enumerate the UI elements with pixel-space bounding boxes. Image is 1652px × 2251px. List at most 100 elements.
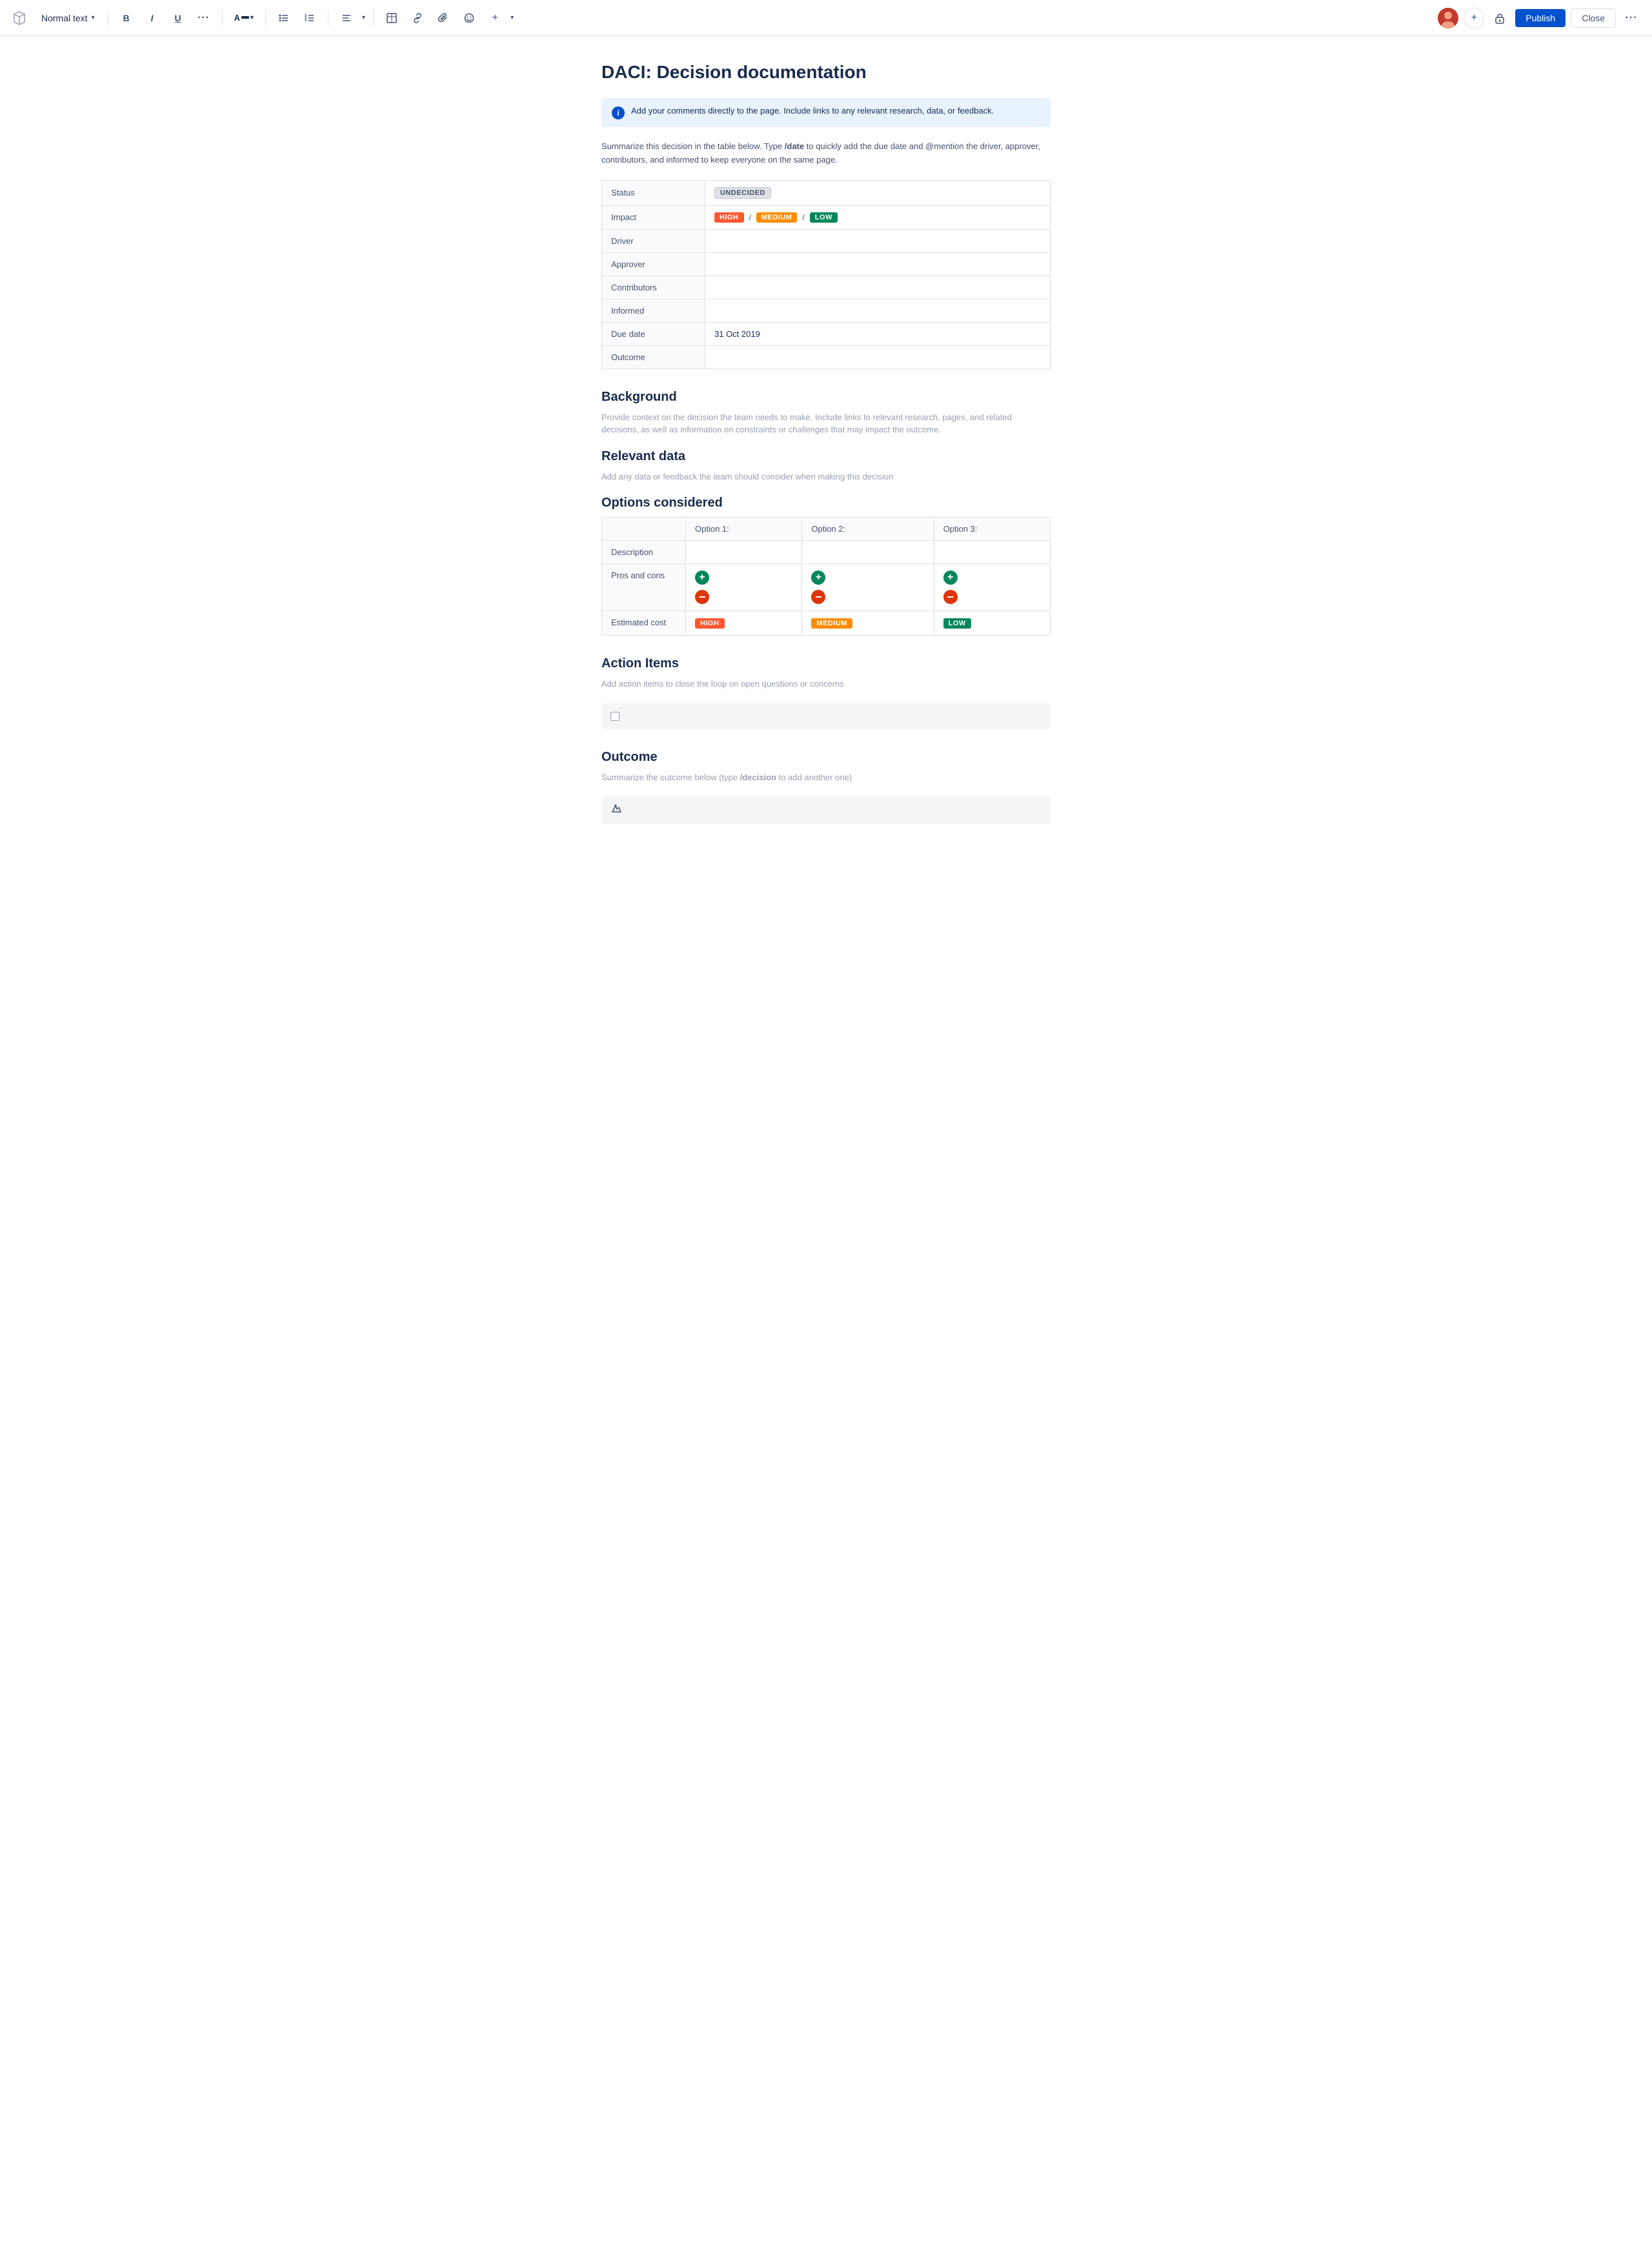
lock-button[interactable] — [1489, 8, 1510, 28]
options-pros-cons-1[interactable]: + − — [686, 564, 802, 611]
table-row: Pros and cons + − + − + − — [602, 564, 1051, 611]
logo[interactable] — [10, 9, 28, 27]
daci-value-status[interactable]: UNDECIDED — [705, 180, 1051, 205]
outcome-subtext-1: Summarize the outcome below (type — [601, 772, 738, 782]
daci-value-due-date[interactable]: 31 Oct 2019 — [705, 322, 1051, 345]
options-col-1: Option 1: — [686, 518, 802, 541]
cons-icon-2[interactable]: − — [811, 590, 825, 604]
action-checkbox[interactable] — [610, 712, 620, 721]
outcome-subtext-2: to add another one) — [779, 772, 852, 782]
bullet-list-button[interactable] — [274, 8, 294, 28]
options-pros-cons-2[interactable]: + − — [802, 564, 934, 611]
table-row: Status UNDECIDED — [602, 180, 1051, 205]
table-row: Due date 31 Oct 2019 — [602, 322, 1051, 345]
daci-value-approver[interactable] — [705, 252, 1051, 276]
pros-cons-col1: + − — [695, 570, 792, 604]
underline-button[interactable]: U — [168, 8, 188, 28]
pros-cons-col2: + − — [811, 570, 924, 604]
options-desc-1[interactable] — [686, 541, 802, 564]
link-button[interactable] — [407, 8, 428, 28]
daci-label-approver: Approver — [602, 252, 705, 276]
action-items-subtext: Add action items to close the loop on op… — [601, 678, 1051, 691]
chevron-down-icon: ▾ — [92, 14, 95, 21]
intro-paragraph: Summarize this decision in the table bel… — [601, 140, 1051, 167]
more-formatting-button[interactable]: ··· — [194, 8, 214, 28]
italic-button[interactable]: I — [142, 8, 163, 28]
table-row: Informed — [602, 299, 1051, 322]
options-desc-2[interactable] — [802, 541, 934, 564]
info-icon: i — [612, 106, 625, 119]
options-cost-3[interactable]: LOW — [934, 611, 1050, 636]
impact-low-badge: LOW — [810, 212, 838, 223]
options-pros-cons-3[interactable]: + − — [934, 564, 1050, 611]
options-col-3: Option 3: — [934, 518, 1050, 541]
cons-icon-3[interactable]: − — [943, 590, 958, 604]
outcome-slash-decision: /decision — [740, 772, 776, 782]
toolbar-divider-5 — [373, 10, 374, 26]
daci-table: Status UNDECIDED Impact HIGH / MEDIUM / … — [601, 180, 1051, 369]
info-banner-text: Add your comments directly to the page. … — [631, 106, 994, 116]
outcome-subtext: Summarize the outcome below (type /decis… — [601, 771, 1051, 784]
color-chevron-icon: ▾ — [250, 14, 254, 21]
daci-label-due-date: Due date — [602, 322, 705, 345]
options-label-cost: Estimated cost — [602, 611, 686, 636]
pros-icon-1[interactable]: + — [695, 570, 709, 585]
daci-value-impact[interactable]: HIGH / MEDIUM / LOW — [705, 205, 1051, 229]
options-label-description: Description — [602, 541, 686, 564]
toolbar-divider-3 — [265, 10, 266, 26]
publish-button[interactable]: Publish — [1515, 9, 1566, 27]
outcome-block[interactable] — [601, 796, 1051, 824]
relevant-data-subtext: Add any data or feedback the team should… — [601, 470, 1051, 483]
daci-value-contributors[interactable] — [705, 276, 1051, 299]
toolbar-right: + Publish Close ··· — [1438, 8, 1642, 28]
table-row: Impact HIGH / MEDIUM / LOW — [602, 205, 1051, 229]
impact-row: HIGH / MEDIUM / LOW — [714, 212, 1041, 223]
info-banner: i Add your comments directly to the page… — [601, 98, 1051, 127]
table-row: Outcome — [602, 345, 1051, 368]
align-button[interactable] — [336, 8, 357, 28]
daci-value-informed[interactable] — [705, 299, 1051, 322]
daci-label-informed: Informed — [602, 299, 705, 322]
pros-icon-2[interactable]: + — [811, 570, 825, 585]
daci-value-outcome[interactable] — [705, 345, 1051, 368]
options-cost-2[interactable]: MEDIUM — [802, 611, 934, 636]
action-items-block[interactable] — [601, 703, 1051, 729]
options-cost-1[interactable]: HIGH — [686, 611, 802, 636]
relevant-data-heading: Relevant data — [601, 449, 1051, 464]
insert-button[interactable]: + — [485, 8, 505, 28]
impact-medium-badge: MEDIUM — [756, 212, 798, 223]
text-color-button[interactable]: A ▾ — [230, 10, 257, 25]
add-collaborator-button[interactable]: + — [1464, 8, 1484, 28]
pros-icon-3[interactable]: + — [943, 570, 958, 585]
numbered-list-button[interactable]: 1.2.3. — [299, 8, 320, 28]
options-col-0 — [602, 518, 686, 541]
toolbar: Normal text ▾ B I U ··· A ▾ 1.2.3. ▾ + ▾ — [0, 0, 1652, 36]
table-row: Estimated cost HIGH MEDIUM LOW — [602, 611, 1051, 636]
align-chevron-icon: ▾ — [362, 14, 365, 21]
cons-icon-1[interactable]: − — [695, 590, 709, 604]
options-heading: Options considered — [601, 496, 1051, 510]
user-avatar[interactable] — [1438, 8, 1458, 28]
options-label-pros-cons: Pros and cons — [602, 564, 686, 611]
intro-text-1: Summarize this decision in the table bel… — [601, 141, 782, 151]
pros-cons-col3: + − — [943, 570, 1041, 604]
impact-sep-2: / — [802, 213, 804, 222]
bold-button[interactable]: B — [116, 8, 137, 28]
options-desc-3[interactable] — [934, 541, 1050, 564]
table-button[interactable] — [381, 8, 402, 28]
text-style-selector[interactable]: Normal text ▾ — [36, 10, 100, 26]
more-options-button[interactable]: ··· — [1621, 8, 1642, 28]
options-col-2: Option 2: — [802, 518, 934, 541]
page-content: DACI: Decision documentation i Add your … — [581, 36, 1071, 896]
table-row: Approver — [602, 252, 1051, 276]
impact-sep-1: / — [749, 213, 751, 222]
color-label: A — [234, 13, 240, 23]
table-row: Contributors — [602, 276, 1051, 299]
emoji-button[interactable] — [459, 8, 479, 28]
daci-value-driver[interactable] — [705, 229, 1051, 252]
page-title[interactable]: DACI: Decision documentation — [601, 62, 1051, 83]
attachment-button[interactable] — [433, 8, 454, 28]
table-row: Description — [602, 541, 1051, 564]
close-button[interactable]: Close — [1571, 8, 1616, 28]
daci-label-status: Status — [602, 180, 705, 205]
